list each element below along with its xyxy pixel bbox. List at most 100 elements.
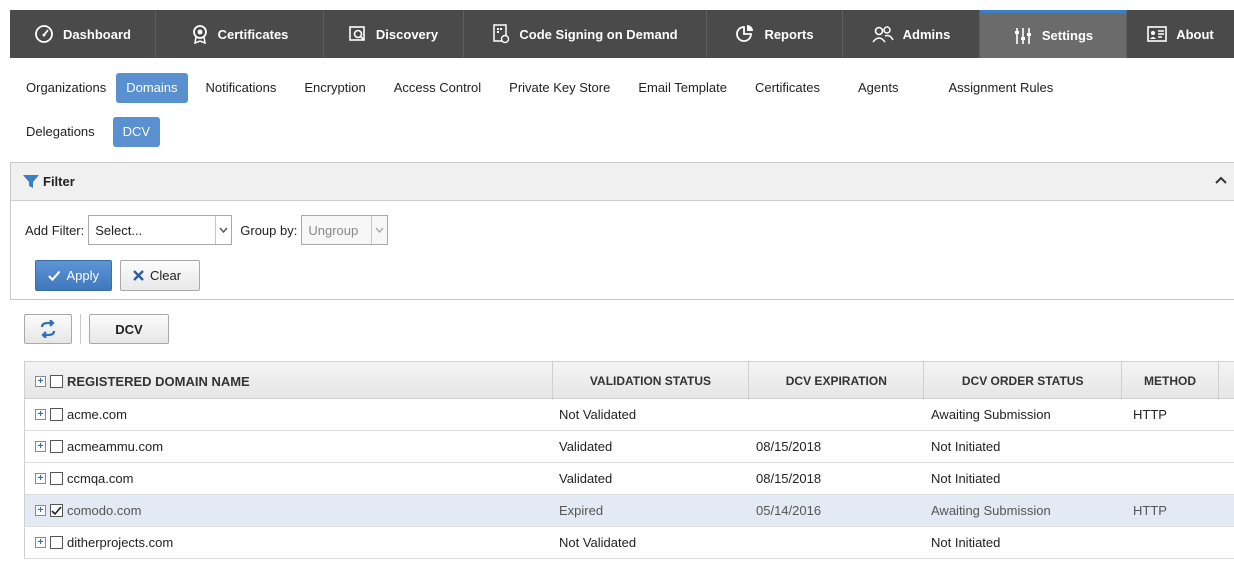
subtab-certificates[interactable]: Certificates xyxy=(745,73,830,103)
dcv-order-status: Not Initiated xyxy=(931,471,1001,486)
subtab-notifications[interactable]: Notifications xyxy=(196,73,287,103)
subtab-organizations[interactable]: Organizations xyxy=(16,73,116,103)
clear-button[interactable]: Clear xyxy=(120,260,200,291)
apply-button[interactable]: Apply xyxy=(35,260,112,291)
tab-certificates[interactable]: Certificates xyxy=(156,10,324,58)
domain-name: ccmqa.com xyxy=(67,471,134,486)
col-method[interactable]: METHOD xyxy=(1122,362,1220,400)
subnav-row-2: Delegations DCV xyxy=(22,116,1222,148)
table-row[interactable]: + acmeammu.com Validated 08/15/2018 Not I… xyxy=(25,431,1234,463)
col-registered-domain-name-label: REGISTERED DOMAIN NAME xyxy=(67,373,250,389)
col-registered-domain-name[interactable]: + REGISTERED DOMAIN NAME xyxy=(25,362,553,400)
certificate-badge-icon xyxy=(192,25,207,44)
subtab-delegations[interactable]: Delegations xyxy=(16,117,105,147)
expand-all-icon[interactable]: + xyxy=(35,375,46,387)
dcv-expiration xyxy=(750,399,925,430)
tab-reports-label: Reports xyxy=(764,26,814,42)
subtab-domains[interactable]: Domains xyxy=(116,73,188,103)
domain-name: acmeammu.com xyxy=(67,439,164,454)
close-icon xyxy=(133,270,144,281)
table-row[interactable]: + ccmqa.com Validated 08/15/2018 Not Init… xyxy=(25,463,1234,495)
dcv-button[interactable]: DCV xyxy=(89,314,169,344)
col-spacer xyxy=(1219,362,1234,400)
tab-code-signing-label: Code Signing on Demand xyxy=(519,26,678,42)
tab-admins[interactable]: Admins xyxy=(843,10,980,58)
chevron-down-icon xyxy=(371,216,387,244)
table-row-selected[interactable]: + comodo.com Expired 05/14/2016 Awaiting … xyxy=(25,495,1234,527)
row-checkbox[interactable] xyxy=(50,536,63,549)
expand-row-icon[interactable]: + xyxy=(35,505,46,516)
settings-sliders-icon xyxy=(1014,27,1031,44)
row-checkbox-checked[interactable] xyxy=(50,504,63,517)
tab-discovery[interactable]: Discovery xyxy=(324,10,464,58)
toolbar-separator xyxy=(80,314,81,344)
settings-subnav: Organizations Domains Notifications Encr… xyxy=(22,72,1222,148)
group-by-label: Group by: xyxy=(240,222,298,238)
method: HTTP xyxy=(1133,503,1167,518)
subtab-agents[interactable]: Agents xyxy=(848,73,908,103)
dcv-expiration: 08/15/2018 xyxy=(756,471,822,486)
row-checkbox[interactable] xyxy=(50,408,63,421)
tab-reports[interactable]: Reports xyxy=(707,10,843,58)
domain-name: acme.com xyxy=(67,407,127,422)
tab-code-signing[interactable]: Code Signing on Demand xyxy=(464,10,707,58)
dcv-expiration: 08/15/2018 xyxy=(756,439,822,454)
expand-row-icon[interactable]: + xyxy=(35,409,46,420)
filter-header[interactable]: Filter xyxy=(11,163,1234,201)
method xyxy=(1123,431,1220,462)
row-checkbox[interactable] xyxy=(50,440,63,453)
subtab-access-control[interactable]: Access Control xyxy=(384,73,491,103)
validation-status: Validated xyxy=(559,439,613,454)
tab-about-label: About xyxy=(1176,26,1214,42)
row-checkbox[interactable] xyxy=(50,472,63,485)
expand-row-icon[interactable]: + xyxy=(35,473,46,484)
apply-button-label: Apply xyxy=(66,268,99,283)
table-header-row: + REGISTERED DOMAIN NAME VALIDATION STAT… xyxy=(25,361,1234,400)
dcv-button-label: DCV xyxy=(115,321,143,337)
subtab-assignment-rules[interactable]: Assignment Rules xyxy=(938,73,1063,103)
chevron-down-icon xyxy=(215,216,231,244)
tab-settings-label: Settings xyxy=(1041,28,1094,43)
subtab-email-template[interactable]: Email Template xyxy=(628,73,737,103)
dcv-order-status: Awaiting Submission xyxy=(931,407,1051,422)
col-validation-status[interactable]: VALIDATION STATUS xyxy=(553,362,750,400)
tab-discovery-label: Discovery xyxy=(375,26,439,42)
reports-pie-icon xyxy=(736,25,754,42)
filter-controls: Add Filter: Select... Group by: Ungroup xyxy=(25,215,389,245)
subtab-encryption[interactable]: Encryption xyxy=(294,73,375,103)
code-signing-icon xyxy=(493,24,510,44)
tab-settings[interactable]: Settings xyxy=(980,10,1127,58)
about-card-icon xyxy=(1147,26,1168,42)
checkmark-icon xyxy=(51,505,62,515)
tab-admins-label: Admins xyxy=(902,26,951,42)
subtab-dcv[interactable]: DCV xyxy=(112,117,161,147)
dcv-order-status: Not Initiated xyxy=(931,535,1001,550)
method: HTTP xyxy=(1133,407,1167,422)
subtab-private-key-store[interactable]: Private Key Store xyxy=(499,73,620,103)
refresh-button[interactable] xyxy=(24,314,72,344)
tab-about[interactable]: About xyxy=(1127,10,1234,58)
validation-status: Expired xyxy=(559,503,604,518)
group-by-select[interactable]: Ungroup xyxy=(301,215,389,245)
expand-row-icon[interactable]: + xyxy=(35,441,46,452)
chevron-up-icon[interactable] xyxy=(1214,173,1228,187)
group-by-select-value: Ungroup xyxy=(308,222,359,238)
table-row[interactable]: + ditherprojects.com Not Validated Not In… xyxy=(25,527,1234,559)
tab-dashboard[interactable]: Dashboard xyxy=(10,10,156,58)
filter-panel: Filter Add Filter: Select... Group by: U… xyxy=(10,162,1234,300)
check-icon xyxy=(48,270,61,281)
validation-status: Not Validated xyxy=(559,535,637,550)
dcv-order-status: Awaiting Submission xyxy=(931,503,1051,518)
expand-row-icon[interactable]: + xyxy=(35,537,46,548)
tab-dashboard-label: Dashboard xyxy=(63,26,131,42)
dcv-expiration: 05/14/2016 xyxy=(756,503,822,518)
col-dcv-expiration[interactable]: DCV EXPIRATION xyxy=(749,362,925,400)
refresh-icon xyxy=(40,320,56,338)
table-row[interactable]: + acme.com Not Validated Awaiting Submiss… xyxy=(25,399,1234,431)
add-filter-select[interactable]: Select... xyxy=(88,215,233,245)
method xyxy=(1123,463,1220,494)
col-dcv-order-status[interactable]: DCV ORDER STATUS xyxy=(924,362,1123,400)
validation-status: Validated xyxy=(559,471,613,486)
tab-certificates-label: Certificates xyxy=(217,26,289,42)
select-all-checkbox[interactable] xyxy=(50,374,63,388)
